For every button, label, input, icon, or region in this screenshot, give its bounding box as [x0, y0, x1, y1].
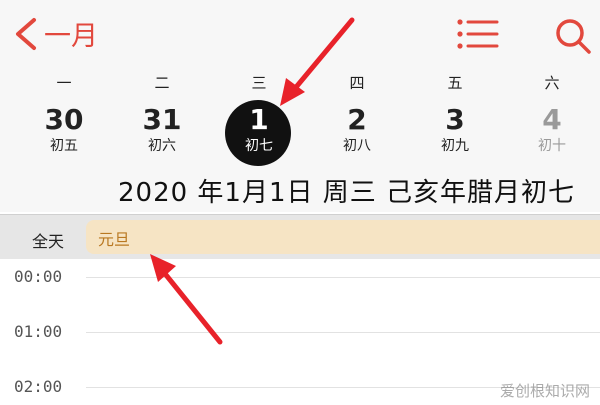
- day-cell-selected[interactable]: 1 初七: [219, 100, 299, 168]
- selected-date-title: 2020 年1月1日 周三 己亥年腊月初七: [118, 178, 576, 208]
- weekday-label: 二: [154, 74, 170, 92]
- event-title: 元旦: [98, 230, 131, 249]
- day-number: 1: [249, 103, 269, 136]
- lunar-date: 初七: [245, 138, 273, 154]
- lunar-date: 初九: [441, 138, 469, 154]
- lunar-date: 初六: [148, 138, 176, 154]
- weekday-label: 四: [349, 74, 365, 92]
- all-day-label: 全天: [32, 232, 65, 251]
- day-cell[interactable]: 30 初五: [24, 104, 104, 168]
- day-number: 30: [44, 103, 84, 136]
- all-day-event[interactable]: 元旦: [86, 220, 600, 254]
- back-label: 一月: [44, 21, 98, 52]
- hour-line: [86, 332, 600, 333]
- list-icon[interactable]: [455, 16, 501, 52]
- all-day-row: 全天 元旦: [0, 214, 600, 260]
- search-icon[interactable]: [553, 16, 593, 56]
- lunar-date: 初十: [538, 138, 566, 154]
- weekday-label: 一: [56, 74, 72, 92]
- weekday-label: 六: [544, 74, 560, 92]
- day-number: 4: [542, 103, 562, 136]
- weekday-label: 五: [447, 74, 463, 92]
- day-number: 31: [142, 103, 182, 136]
- chevron-left-icon: [16, 17, 36, 50]
- hour-label: 00:00: [14, 267, 63, 286]
- day-number: 2: [347, 103, 367, 136]
- day-cell[interactable]: 3 初九: [415, 104, 495, 168]
- weekday-header: 一 二 三 四 五 六: [0, 72, 600, 96]
- lunar-date: 初八: [343, 138, 371, 154]
- lunar-date: 初五: [50, 138, 78, 154]
- back-button[interactable]: 一月: [10, 14, 98, 53]
- weekday-label: 三: [251, 74, 267, 92]
- day-cell[interactable]: 4 初十: [512, 104, 592, 168]
- navigation-bar: 一月: [0, 0, 600, 70]
- day-cell[interactable]: 31 初六: [122, 104, 202, 168]
- hour-label: 02:00: [14, 377, 63, 396]
- hour-label: 01:00: [14, 322, 63, 341]
- day-number: 3: [445, 103, 465, 136]
- day-cell[interactable]: 2 初八: [317, 104, 397, 168]
- hour-line: [86, 277, 600, 278]
- watermark-text: 爱创根知识网: [499, 382, 590, 400]
